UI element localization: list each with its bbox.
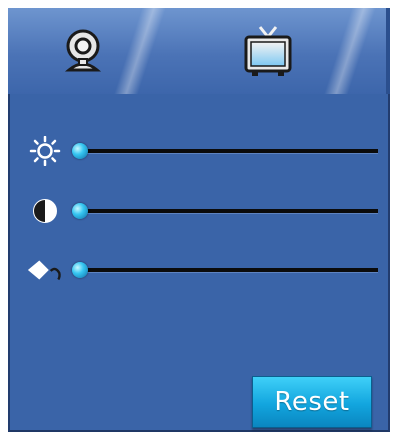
webcam-icon [64,29,102,72]
contrast-slider-row [26,196,378,226]
contrast-slider-thumb[interactable] [72,203,88,219]
contrast-icon [26,196,64,226]
color-fill-slider-row [26,255,378,285]
tab-tv[interactable] [168,8,368,94]
brightness-slider-thumb[interactable] [72,143,88,159]
color-fill-slider-thumb[interactable] [72,262,88,278]
brightness-icon [26,136,64,166]
brightness-slider[interactable] [72,143,378,159]
color-fill-slider[interactable] [72,262,378,278]
contrast-slider[interactable] [72,203,378,219]
source-tabs [8,8,390,94]
tab-webcam[interactable] [8,8,158,94]
settings-panel: Reset [0,0,400,439]
tab-strip-edge [386,8,390,94]
tv-icon [244,26,292,76]
brightness-slider-row [26,136,378,166]
color-fill-icon [26,255,64,285]
reset-button[interactable]: Reset [252,376,372,428]
